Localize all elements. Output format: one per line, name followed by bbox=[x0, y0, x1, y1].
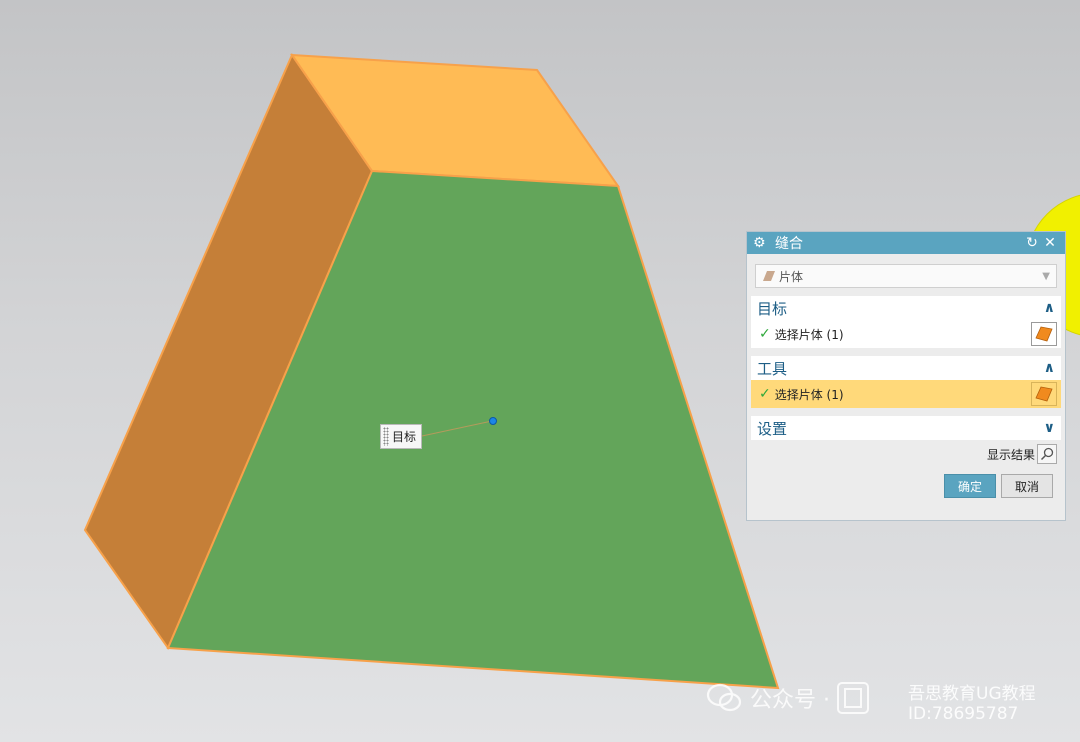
account-logo-icon bbox=[837, 682, 869, 714]
watermark-account-id: ID:78695787 bbox=[908, 704, 1019, 724]
grip-icon bbox=[383, 427, 389, 446]
watermark-account-name: 吾思教育UG教程 bbox=[908, 684, 1036, 704]
target-section-title: 目标 bbox=[757, 299, 788, 318]
close-icon[interactable]: ✕ bbox=[1041, 235, 1059, 251]
type-dropdown-value: 片体 bbox=[779, 269, 804, 284]
target-section: 目标 ∧ ✓ 选择片体 (1) bbox=[751, 296, 1061, 348]
chevron-down-icon[interactable]: ∨ bbox=[1044, 420, 1055, 436]
target-point[interactable] bbox=[489, 417, 497, 425]
ok-button[interactable]: 确定 bbox=[944, 474, 996, 498]
reset-icon[interactable]: ↻ bbox=[1023, 235, 1041, 251]
callout-label[interactable]: 目标 bbox=[380, 424, 422, 449]
target-select-row[interactable]: ✓ 选择片体 (1) bbox=[751, 320, 1061, 348]
watermark-account: 吾思教育UG教程 ID:78695787 bbox=[908, 684, 1036, 724]
watermark-left-text: 公众号 · bbox=[750, 688, 830, 713]
cancel-button[interactable]: 取消 bbox=[1001, 474, 1053, 498]
chevron-up-icon[interactable]: ∧ bbox=[1044, 360, 1055, 376]
wechat-icon bbox=[706, 683, 742, 712]
dialog-title-bar[interactable]: ⚙ 缝合 ↻ ✕ bbox=[747, 232, 1065, 254]
chevron-up-icon[interactable]: ∧ bbox=[1044, 300, 1055, 316]
gear-icon[interactable]: ⚙ bbox=[753, 235, 769, 251]
type-dropdown[interactable]: 片体 ▼ bbox=[755, 264, 1057, 288]
chevron-down-icon: ▼ bbox=[1042, 270, 1050, 282]
settings-section: 设置 ∨ bbox=[751, 416, 1061, 440]
settings-section-title: 设置 bbox=[757, 419, 788, 438]
sheet-body-icon bbox=[1035, 386, 1053, 402]
watermark: 公众号 · bbox=[706, 678, 870, 718]
show-result-button[interactable] bbox=[1037, 444, 1057, 464]
callout-label-text: 目标 bbox=[392, 430, 417, 444]
dialog-title: 缝合 bbox=[775, 236, 803, 252]
tool-select-label: 选择片体 (1) bbox=[774, 387, 844, 402]
tool-section-header[interactable]: 工具 ∧ bbox=[751, 356, 1061, 380]
sheet-icon bbox=[763, 271, 775, 281]
select-sheet-button[interactable] bbox=[1031, 382, 1057, 406]
target-select-label: 选择片体 (1) bbox=[774, 327, 844, 342]
sew-dialog: ⚙ 缝合 ↻ ✕ 片体 ▼ 目标 ∧ ✓ 选择片体 (1) 工具 ∧ ✓ 选择片… bbox=[746, 231, 1066, 521]
settings-section-header[interactable]: 设置 ∨ bbox=[751, 416, 1061, 440]
check-icon: ✓ bbox=[759, 326, 771, 342]
select-sheet-button[interactable] bbox=[1031, 322, 1057, 346]
show-result-label: 显示结果 bbox=[986, 447, 1035, 462]
target-section-header[interactable]: 目标 ∧ bbox=[751, 296, 1061, 320]
tool-section: 工具 ∧ ✓ 选择片体 (1) bbox=[751, 356, 1061, 408]
check-icon: ✓ bbox=[759, 386, 771, 402]
tool-section-title: 工具 bbox=[757, 359, 788, 378]
sheet-body-icon bbox=[1035, 326, 1053, 342]
dialog-buttons: 确定 取消 bbox=[747, 464, 1065, 498]
tool-select-row[interactable]: ✓ 选择片体 (1) bbox=[751, 380, 1061, 408]
magnifier-icon bbox=[1040, 447, 1054, 461]
show-result-row: 显示结果 bbox=[747, 440, 1065, 464]
